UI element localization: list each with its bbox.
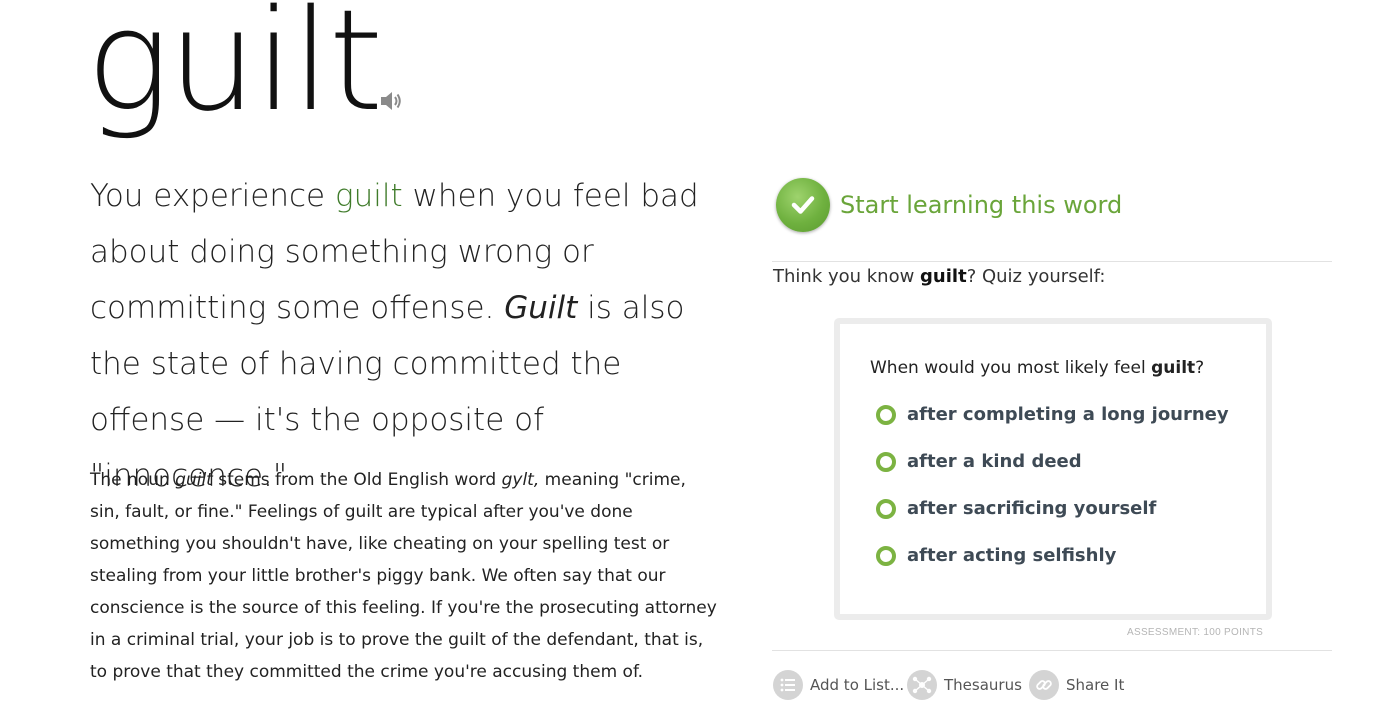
radio-icon[interactable] xyxy=(876,498,896,519)
long-def-italic-2: gylt, xyxy=(501,470,540,490)
long-def-text-1: The noun xyxy=(90,470,176,490)
add-to-list-label: Add to List... xyxy=(810,676,905,694)
quiz-choice[interactable]: after acting selfishly xyxy=(876,545,1116,566)
short-definition: You experience guilt when you feel bad a… xyxy=(90,168,720,504)
long-def-text-3: meaning "crime, sin, fault, or fine." Fe… xyxy=(90,470,717,682)
quiz-question-suffix: ? xyxy=(1195,358,1205,378)
quiz-question-word: guilt xyxy=(1151,358,1196,378)
quiz-question: When would you most likely feel guilt? xyxy=(870,358,1204,378)
divider xyxy=(772,650,1332,651)
divider xyxy=(772,261,1332,262)
quiz-choice-label: after acting selfishly xyxy=(907,545,1117,566)
word-title: guilt xyxy=(86,0,383,143)
quiz-choice-label: after a kind deed xyxy=(907,451,1082,472)
quiz-choice[interactable]: after sacrificing yourself xyxy=(876,498,1156,519)
share-button[interactable]: Share It xyxy=(1029,670,1124,700)
radio-icon[interactable] xyxy=(876,545,896,566)
quiz-question-text: When would you most likely feel xyxy=(870,358,1152,378)
speaker-icon[interactable] xyxy=(378,88,404,114)
link-icon xyxy=(1029,670,1059,700)
long-definition: The noun guilt stems from the Old Englis… xyxy=(90,464,720,688)
short-def-word-link[interactable]: guilt xyxy=(335,178,403,214)
thesaurus-button[interactable]: Thesaurus xyxy=(907,670,1022,700)
long-def-italic-1: guilt xyxy=(175,470,213,490)
thesaurus-label: Thesaurus xyxy=(944,676,1022,694)
quiz-prompt-suffix: ? Quiz yourself: xyxy=(966,266,1106,287)
short-def-word-italic: Guilt xyxy=(504,290,578,326)
quiz-prompt: Think you know guilt? Quiz yourself: xyxy=(773,266,1105,287)
start-learning-button[interactable]: Start learning this word xyxy=(776,178,1122,232)
thesaurus-icon xyxy=(907,670,937,700)
assessment-points-label: ASSESSMENT: 100 POINTS xyxy=(1127,627,1264,638)
quiz-choice[interactable]: after completing a long journey xyxy=(876,404,1229,425)
share-label: Share It xyxy=(1066,676,1125,694)
radio-icon[interactable] xyxy=(876,451,896,472)
short-def-text-1: You experience xyxy=(90,178,335,214)
quiz-card: When would you most likely feel guilt? a… xyxy=(834,318,1272,620)
quiz-choice-label: after sacrificing yourself xyxy=(907,498,1157,519)
add-to-list-button[interactable]: Add to List... xyxy=(773,670,904,700)
quiz-prompt-word: guilt xyxy=(920,266,967,287)
long-def-text-2: stems from the Old English word xyxy=(212,470,502,490)
quiz-choice[interactable]: after a kind deed xyxy=(876,451,1082,472)
list-icon xyxy=(773,670,803,700)
quiz-choice-label: after completing a long journey xyxy=(907,404,1229,425)
checkmark-icon xyxy=(776,178,830,232)
quiz-prompt-text: Think you know xyxy=(773,266,921,287)
radio-icon[interactable] xyxy=(876,404,896,425)
start-learning-label: Start learning this word xyxy=(840,191,1123,219)
